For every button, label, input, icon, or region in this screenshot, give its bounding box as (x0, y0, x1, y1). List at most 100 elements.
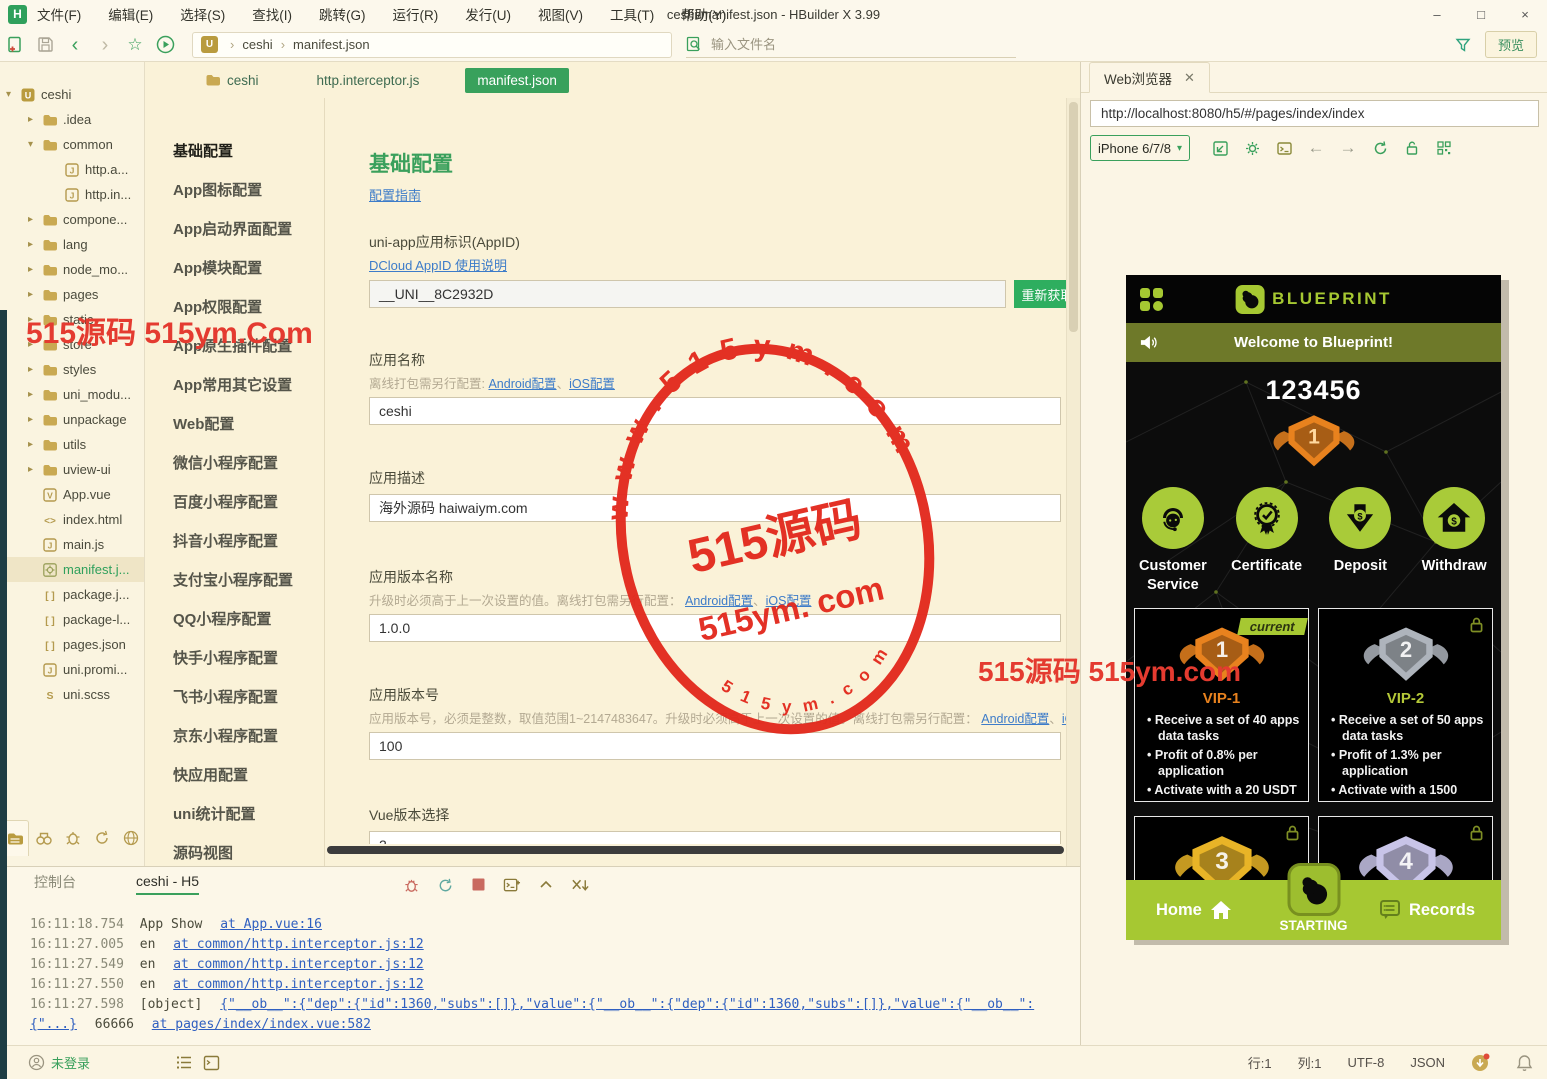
manifest-section-item[interactable]: 微信小程序配置 (145, 452, 324, 491)
manifest-section-item[interactable]: 快手小程序配置 (145, 647, 324, 686)
android-config-link[interactable]: Android配置 (685, 594, 753, 608)
minimize-button[interactable]: – (1415, 0, 1459, 28)
collapse-panel-icon[interactable] (538, 877, 554, 893)
devtools-console-icon[interactable] (1268, 135, 1300, 161)
tree-item[interactable]: pages (0, 282, 144, 307)
update-icon[interactable] (1471, 1053, 1490, 1072)
browser-back-icon[interactable]: ← (1300, 135, 1332, 161)
tree-item[interactable]: uni.promi... (0, 657, 144, 682)
refetch-appid-button[interactable]: 重新获取 (1014, 280, 1066, 308)
tree-item[interactable]: store (0, 332, 144, 357)
browser-forward-icon[interactable]: → (1332, 135, 1364, 161)
log-source-link[interactable]: at common/http.interceptor.js:12 (173, 957, 423, 972)
tree-item[interactable]: uni.scss (0, 682, 144, 707)
breadcrumb[interactable]: U › ceshi › manifest.json (192, 32, 672, 58)
manifest-section-item[interactable]: 京东小程序配置 (145, 725, 324, 764)
unlock-icon[interactable] (1396, 135, 1428, 161)
tree-item[interactable]: index.html (0, 507, 144, 532)
close-icon[interactable]: ✕ (1184, 70, 1195, 86)
tree-item[interactable]: node_mo... (0, 257, 144, 282)
version-code-input[interactable]: 100 (369, 732, 1061, 760)
breadcrumb-file[interactable]: manifest.json (293, 37, 370, 52)
vip-card[interactable]: current 1 VIP-1 Receive a set of 40 apps… (1134, 608, 1309, 802)
quick-action[interactable]: Withdraw (1407, 487, 1501, 595)
config-guide-link[interactable]: 配置指南 (369, 188, 421, 203)
manifest-section-item[interactable]: App常用其它设置 (145, 374, 324, 413)
editor-tab[interactable]: manifest.json (465, 68, 569, 93)
expander-icon[interactable] (28, 289, 41, 300)
menu-item[interactable]: 编辑(E) (108, 4, 153, 24)
menu-item[interactable]: 查找(I) (252, 4, 292, 24)
tree-item[interactable]: package.j... (0, 582, 144, 607)
maximize-button[interactable]: □ (1459, 0, 1503, 28)
search-view-tab[interactable] (29, 820, 58, 856)
url-bar[interactable]: http://localhost:8080/h5/#/pages/index/i… (1090, 100, 1539, 127)
tree-item[interactable]: http.a... (0, 157, 144, 182)
vue-version-input[interactable]: 2 (369, 831, 1061, 844)
run-icon[interactable] (150, 32, 180, 58)
ios-config-link[interactable]: iOS配置 (569, 377, 615, 391)
refresh-icon[interactable] (1364, 135, 1396, 161)
tree-item[interactable]: common (0, 132, 144, 157)
form-vertical-scrollbar[interactable] (1066, 98, 1080, 866)
expander-icon[interactable] (28, 114, 41, 125)
tree-item[interactable]: App.vue (0, 482, 144, 507)
manifest-section-item[interactable]: 抖音小程序配置 (145, 530, 324, 569)
filter-icon[interactable] (1455, 37, 1471, 53)
login-status[interactable]: 未登录 (51, 1053, 90, 1072)
device-select[interactable]: iPhone 6/7/8 ▾ (1090, 135, 1190, 161)
log-source-link[interactable]: at pages/index/index.vue:582 (152, 1017, 371, 1032)
vip-card[interactable]: 2 VIP-2 Receive a set of 50 apps data ta… (1318, 608, 1493, 802)
announcement-bar[interactable]: Welcome to Blueprint! (1126, 323, 1501, 362)
tree-item[interactable]: unpackage (0, 407, 144, 432)
log-source-link[interactable]: at common/http.interceptor.js:12 (173, 977, 423, 992)
editor-tab[interactable]: ceshi (193, 67, 271, 93)
breadcrumb-project[interactable]: ceshi (242, 37, 272, 52)
tree-item[interactable]: manifest.j... (0, 557, 144, 582)
session-tab[interactable]: ceshi - H5 (136, 873, 199, 895)
version-name-input[interactable]: 1.0.0 (369, 614, 1061, 642)
stop-icon[interactable] (471, 877, 486, 892)
log-source-link[interactable]: at common/http.interceptor.js:12 (173, 937, 423, 952)
menu-item[interactable]: 工具(T) (610, 4, 654, 24)
tree-item[interactable]: package-l... (0, 607, 144, 632)
nav-home[interactable]: Home (1156, 900, 1232, 920)
tree-item[interactable]: main.js (0, 532, 144, 557)
editor-tab[interactable]: http.interceptor.js (305, 68, 432, 93)
tree-item[interactable]: utils (0, 432, 144, 457)
manifest-section-item[interactable]: App原生插件配置 (145, 335, 324, 374)
manifest-section-item[interactable]: App模块配置 (145, 257, 324, 296)
save-icon[interactable] (30, 32, 60, 58)
manifest-section-item[interactable]: 支付宝小程序配置 (145, 569, 324, 608)
clear-console-icon[interactable] (571, 877, 590, 893)
tree-item[interactable]: ceshi (0, 82, 144, 107)
globe-view-tab[interactable] (116, 820, 145, 856)
manifest-section-item[interactable]: 飞书小程序配置 (145, 686, 324, 725)
android-config-link[interactable]: Android配置 (981, 712, 1049, 726)
menu-item[interactable]: 文件(F) (37, 4, 81, 24)
settings-gear-icon[interactable] (1236, 135, 1268, 161)
expander-icon[interactable] (28, 364, 41, 375)
search-input[interactable] (711, 37, 991, 52)
scrollbar-thumb[interactable] (1069, 102, 1078, 332)
tree-item[interactable]: .idea (0, 107, 144, 132)
expander-icon[interactable] (28, 314, 41, 325)
refresh-view-tab[interactable] (87, 820, 116, 856)
outline-list-icon[interactable] (176, 1055, 193, 1070)
file-type[interactable]: JSON (1410, 1055, 1445, 1070)
expander-icon[interactable] (28, 414, 41, 425)
qr-code-icon[interactable] (1428, 135, 1460, 161)
manifest-section-item[interactable]: App权限配置 (145, 296, 324, 335)
expander-icon[interactable] (6, 89, 19, 100)
menu-grid-icon[interactable] (1139, 287, 1164, 312)
tree-item[interactable]: styles (0, 357, 144, 382)
expander-icon[interactable] (28, 339, 41, 350)
tree-item[interactable]: pages.json (0, 632, 144, 657)
manifest-section-item[interactable]: App启动界面配置 (145, 218, 324, 257)
tree-item[interactable]: http.in... (0, 182, 144, 207)
terminal-icon[interactable] (203, 1055, 220, 1071)
expander-icon[interactable] (28, 139, 41, 150)
android-config-link[interactable]: Android配置 (488, 377, 556, 391)
tree-item[interactable]: uni_modu... (0, 382, 144, 407)
console-tab[interactable]: 控制台 (34, 872, 76, 896)
